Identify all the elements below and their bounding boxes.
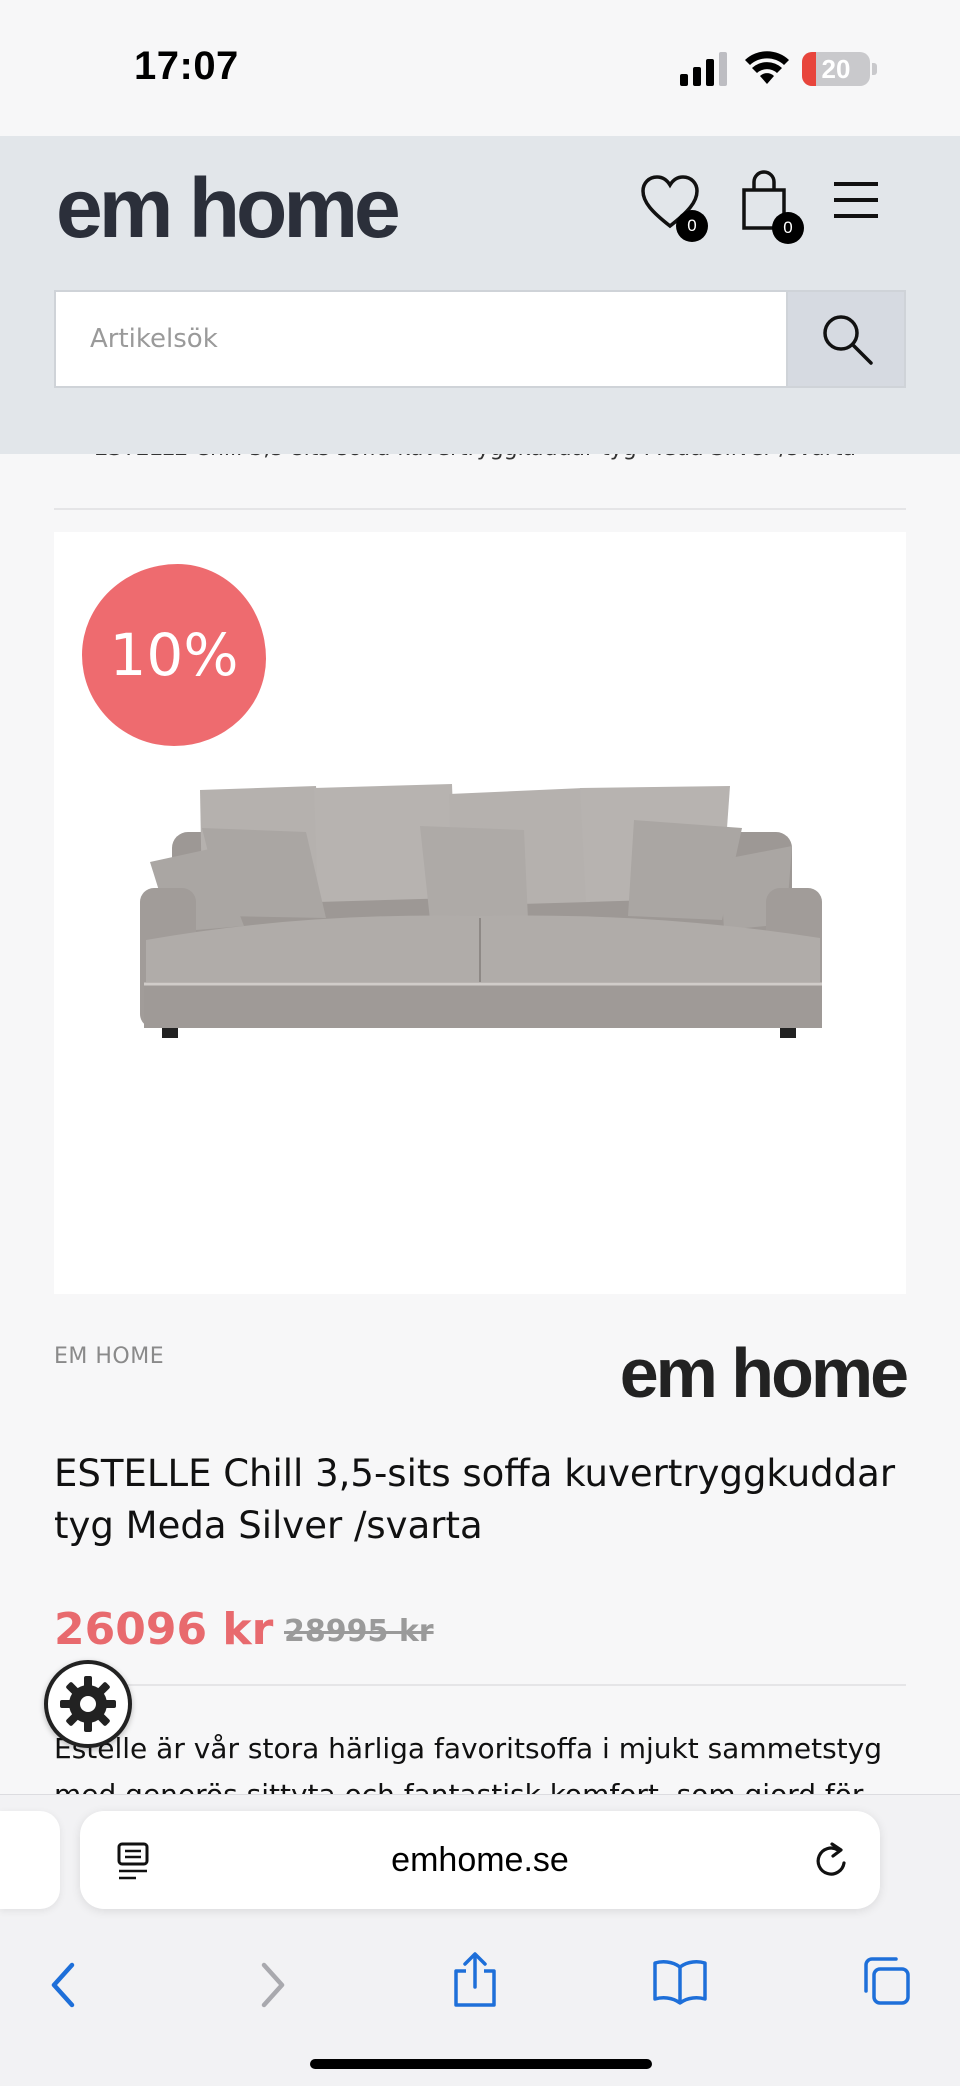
site-header: em home 0 0 bbox=[0, 136, 960, 454]
sale-price: 26096 kr bbox=[54, 1604, 274, 1655]
search-input[interactable] bbox=[56, 292, 786, 386]
reload-icon[interactable] bbox=[812, 1841, 852, 1881]
address-bar[interactable]: emhome.se bbox=[80, 1811, 880, 1909]
status-time: 17:07 bbox=[134, 44, 239, 88]
sofa-image bbox=[140, 784, 822, 1038]
wifi-icon bbox=[745, 51, 789, 84]
home-indicator[interactable] bbox=[310, 2059, 652, 2069]
battery-percent: 20 bbox=[821, 54, 851, 84]
wishlist-count-badge: 0 bbox=[676, 210, 708, 242]
product-title: ESTELLE Chill 3,5-sits soffa kuvertryggk… bbox=[54, 1452, 896, 1547]
cookie-settings-button[interactable] bbox=[44, 1660, 132, 1748]
search-button[interactable] bbox=[786, 292, 904, 386]
cellular-signal-icon bbox=[680, 52, 727, 86]
original-price: 28995 kr bbox=[284, 1614, 434, 1649]
tabs-icon[interactable] bbox=[860, 1955, 912, 2007]
previous-tab-preview[interactable] bbox=[0, 1811, 60, 1909]
battery-indicator: 20 bbox=[802, 52, 870, 86]
gear-icon bbox=[60, 1676, 116, 1732]
search-bar bbox=[54, 290, 906, 388]
hamburger-menu-icon bbox=[834, 182, 878, 218]
url-text: emhome.se bbox=[391, 1841, 569, 1879]
bookmarks-icon[interactable] bbox=[652, 1959, 708, 2005]
battery-tip bbox=[872, 63, 877, 75]
product-image[interactable]: 10% bbox=[54, 532, 906, 1294]
wishlist-button[interactable]: 0 bbox=[640, 174, 708, 242]
cart-button[interactable]: 0 bbox=[740, 170, 804, 244]
menu-button[interactable] bbox=[832, 180, 880, 220]
site-logo[interactable]: em home bbox=[56, 166, 401, 250]
brand-label[interactable]: EM HOME bbox=[54, 1344, 164, 1369]
forward-arrow-icon[interactable] bbox=[258, 1961, 288, 2009]
cart-count-badge: 0 bbox=[772, 212, 804, 244]
status-bar: 17:07 20 bbox=[0, 0, 960, 136]
site-logo-text: em home bbox=[56, 161, 401, 255]
browser-toolbar: emhome.se bbox=[0, 1794, 960, 2086]
brand-logo[interactable]: em home bbox=[560, 1338, 909, 1408]
back-arrow-icon[interactable] bbox=[48, 1961, 78, 2009]
product-description: Estelle är vår stora härliga favoritsoff… bbox=[54, 1732, 882, 1796]
share-icon[interactable] bbox=[452, 1951, 498, 2009]
search-icon bbox=[823, 315, 873, 365]
breadcrumb-divider bbox=[54, 508, 906, 510]
price-divider bbox=[54, 1684, 906, 1686]
